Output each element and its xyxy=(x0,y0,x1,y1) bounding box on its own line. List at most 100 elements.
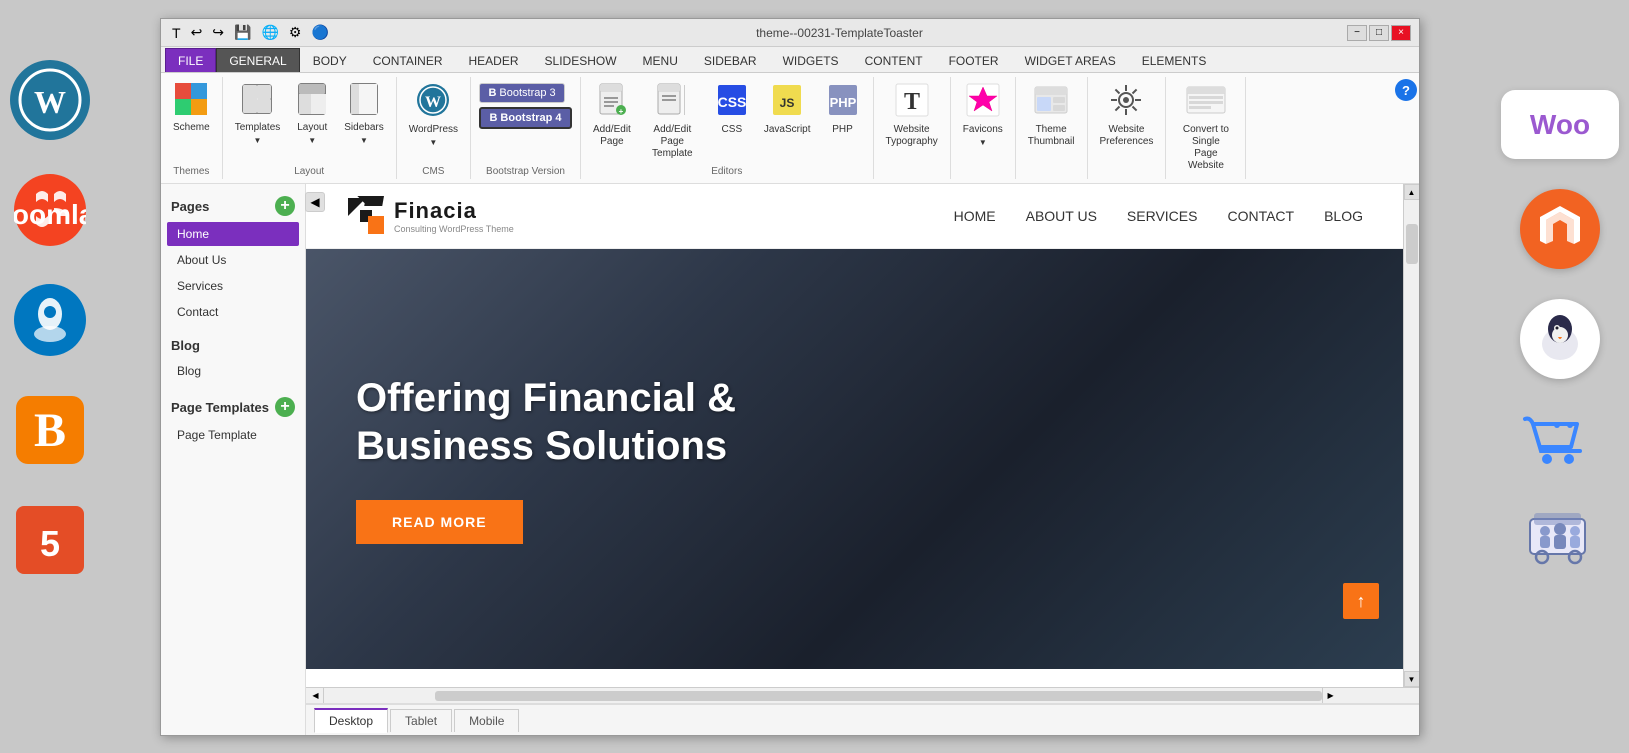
panel-item-services[interactable]: Services xyxy=(167,274,299,298)
svg-text:5: 5 xyxy=(40,523,60,564)
horizontal-scrollbar[interactable]: ◀ ▶ xyxy=(306,687,1419,703)
css-button[interactable]: CSS CSS xyxy=(708,79,756,140)
wordpress-icon[interactable]: W xyxy=(10,60,90,140)
blogger-icon[interactable]: B xyxy=(10,390,90,470)
website-preferences-button[interactable]: WebsitePreferences xyxy=(1094,79,1160,152)
tab-file[interactable]: FILE xyxy=(165,48,216,72)
site-navigation: Finacia Consulting WordPress Theme HOME … xyxy=(306,184,1403,249)
panel-item-blog[interactable]: Blog xyxy=(167,359,299,383)
svg-text:W: W xyxy=(425,94,441,111)
cart-with-items-icon[interactable] xyxy=(1520,499,1600,572)
bootstrap4-button[interactable]: B Bootstrap 4 xyxy=(479,107,571,129)
add-edit-page-button[interactable]: + Add/EditPage xyxy=(587,79,637,152)
view-tab-desktop[interactable]: Desktop xyxy=(314,708,388,733)
sidebars-button[interactable]: Sidebars ▼ xyxy=(338,79,389,149)
tab-widget-areas[interactable]: WIDGET AREAS xyxy=(1012,48,1129,72)
shopping-cart-icon[interactable] xyxy=(1515,409,1605,469)
quick-access-item[interactable]: T xyxy=(169,24,184,42)
javascript-button[interactable]: JS JavaScript xyxy=(758,79,817,140)
hero-content: Offering Financial & Business Solutions … xyxy=(356,374,736,544)
maximize-button[interactable]: □ xyxy=(1369,25,1389,41)
tab-elements[interactable]: ELEMENTS xyxy=(1129,48,1220,72)
view-tab-mobile[interactable]: Mobile xyxy=(454,709,519,732)
scroll-to-top-button[interactable]: ↑ xyxy=(1343,583,1379,619)
panel-item-home[interactable]: Home xyxy=(167,222,299,246)
tab-header[interactable]: HEADER xyxy=(456,48,532,72)
nav-services[interactable]: SERVICES xyxy=(1127,208,1198,224)
scroll-left-button[interactable]: ◀ xyxy=(308,688,324,704)
drupal-icon[interactable] xyxy=(10,280,90,360)
wordpress-cms-icon: W xyxy=(416,83,450,122)
redo-icon[interactable]: ↪ xyxy=(209,23,227,42)
layout-group-label: Layout xyxy=(294,166,324,177)
close-button[interactable]: × xyxy=(1391,25,1411,41)
favicons-button[interactable]: Favicons ▼ xyxy=(957,79,1009,151)
nav-contact[interactable]: CONTACT xyxy=(1227,208,1294,224)
sidebar-collapse-button[interactable]: ◀ xyxy=(305,192,325,212)
hero-cta-button[interactable]: READ MORE xyxy=(356,500,523,544)
cms-group-label: CMS xyxy=(422,166,444,177)
templates-button[interactable]: Templates ▼ xyxy=(229,79,287,149)
nav-blog[interactable]: BLOG xyxy=(1324,208,1363,224)
view-tab-tablet[interactable]: Tablet xyxy=(390,709,452,732)
theme-thumbnail-button[interactable]: ThemeThumbnail xyxy=(1022,79,1081,152)
h-scrollbar-thumb[interactable] xyxy=(435,691,1322,701)
scroll-right-button[interactable]: ▶ xyxy=(1322,688,1338,704)
left-panel: Pages + Home About Us Services Contact B… xyxy=(161,184,306,735)
page-templates-section-title: Page Templates + xyxy=(161,393,305,421)
internet-icon[interactable]: 🌐 xyxy=(258,23,281,42)
preview-bottom-bar: Desktop Tablet Mobile xyxy=(306,703,1419,735)
ribbon-group-layout: Templates ▼ Layout ▼ xyxy=(223,77,397,179)
opencart-icon[interactable] xyxy=(1520,299,1600,379)
php-button[interactable]: PHP PHP xyxy=(819,79,867,140)
templates-arrow: ▼ xyxy=(254,136,262,145)
woocommerce-icon[interactable]: Woo xyxy=(1501,90,1619,159)
magento-icon[interactable] xyxy=(1520,189,1600,269)
website-preferences-label: WebsitePreferences xyxy=(1100,124,1154,148)
scheme-button[interactable]: Scheme xyxy=(167,79,216,138)
main-content: ◀ Pages + Home About Us Services Contact… xyxy=(161,184,1419,735)
tab-content[interactable]: CONTENT xyxy=(852,48,936,72)
panel-item-page-template[interactable]: Page Template xyxy=(167,423,299,447)
theme-thumbnail-icon xyxy=(1034,83,1068,122)
svg-text:JS: JS xyxy=(780,96,795,110)
minimize-button[interactable]: − xyxy=(1347,25,1367,41)
ribbon-group-themes: Scheme Themes xyxy=(161,77,223,179)
scroll-down-button[interactable]: ▼ xyxy=(1404,671,1420,687)
site-logo-subtitle: Consulting WordPress Theme xyxy=(394,224,514,234)
scrollbar-thumb[interactable] xyxy=(1406,224,1418,264)
website-typography-button[interactable]: T WebsiteTypography xyxy=(880,79,944,152)
help-button[interactable]: ? xyxy=(1395,79,1417,101)
tab-body[interactable]: BODY xyxy=(300,48,360,72)
tab-general[interactable]: GENERAL xyxy=(216,48,299,72)
layout-arrow: ▼ xyxy=(308,136,316,145)
save-icon[interactable]: 💾 xyxy=(231,23,254,42)
convert-button[interactable]: Convert to SinglePage Website xyxy=(1172,79,1239,176)
add-edit-template-button[interactable]: Add/Edit PageTemplate xyxy=(639,79,706,164)
ribbon-group-favicons: Favicons ▼ xyxy=(951,77,1016,179)
nav-home[interactable]: HOME xyxy=(954,208,996,224)
tab-widgets[interactable]: WIDGETS xyxy=(770,48,852,72)
tab-menu[interactable]: MENU xyxy=(630,48,691,72)
layout-button[interactable]: Layout ▼ xyxy=(288,79,336,149)
add-page-button[interactable]: + xyxy=(275,196,295,216)
wordpress-cms-button[interactable]: W WordPress ▼ xyxy=(403,79,464,151)
html5-icon[interactable]: 5 xyxy=(10,500,90,580)
joomla-icon[interactable]: Joomla! xyxy=(10,170,90,250)
vertical-scrollbar[interactable]: ▲ ▼ xyxy=(1403,184,1419,687)
editors-group-label: Editors xyxy=(711,166,742,177)
undo-icon[interactable]: ↩ xyxy=(188,23,206,42)
tab-sidebar[interactable]: SIDEBAR xyxy=(691,48,770,72)
panel-item-contact[interactable]: Contact xyxy=(167,300,299,324)
scroll-up-button[interactable]: ▲ xyxy=(1404,184,1420,200)
settings-icon[interactable]: ⚙ xyxy=(286,23,305,42)
scrollbar-track xyxy=(1406,200,1418,671)
layout-label: Layout xyxy=(297,122,327,134)
panel-item-about[interactable]: About Us xyxy=(167,248,299,272)
tab-slideshow[interactable]: SLIDESHOW xyxy=(532,48,630,72)
bootstrap3-button[interactable]: B Bootstrap 3 xyxy=(479,83,564,103)
tab-container[interactable]: CONTAINER xyxy=(360,48,456,72)
tab-footer[interactable]: FOOTER xyxy=(936,48,1012,72)
add-page-template-button[interactable]: + xyxy=(275,397,295,417)
nav-about[interactable]: ABOUT US xyxy=(1026,208,1097,224)
